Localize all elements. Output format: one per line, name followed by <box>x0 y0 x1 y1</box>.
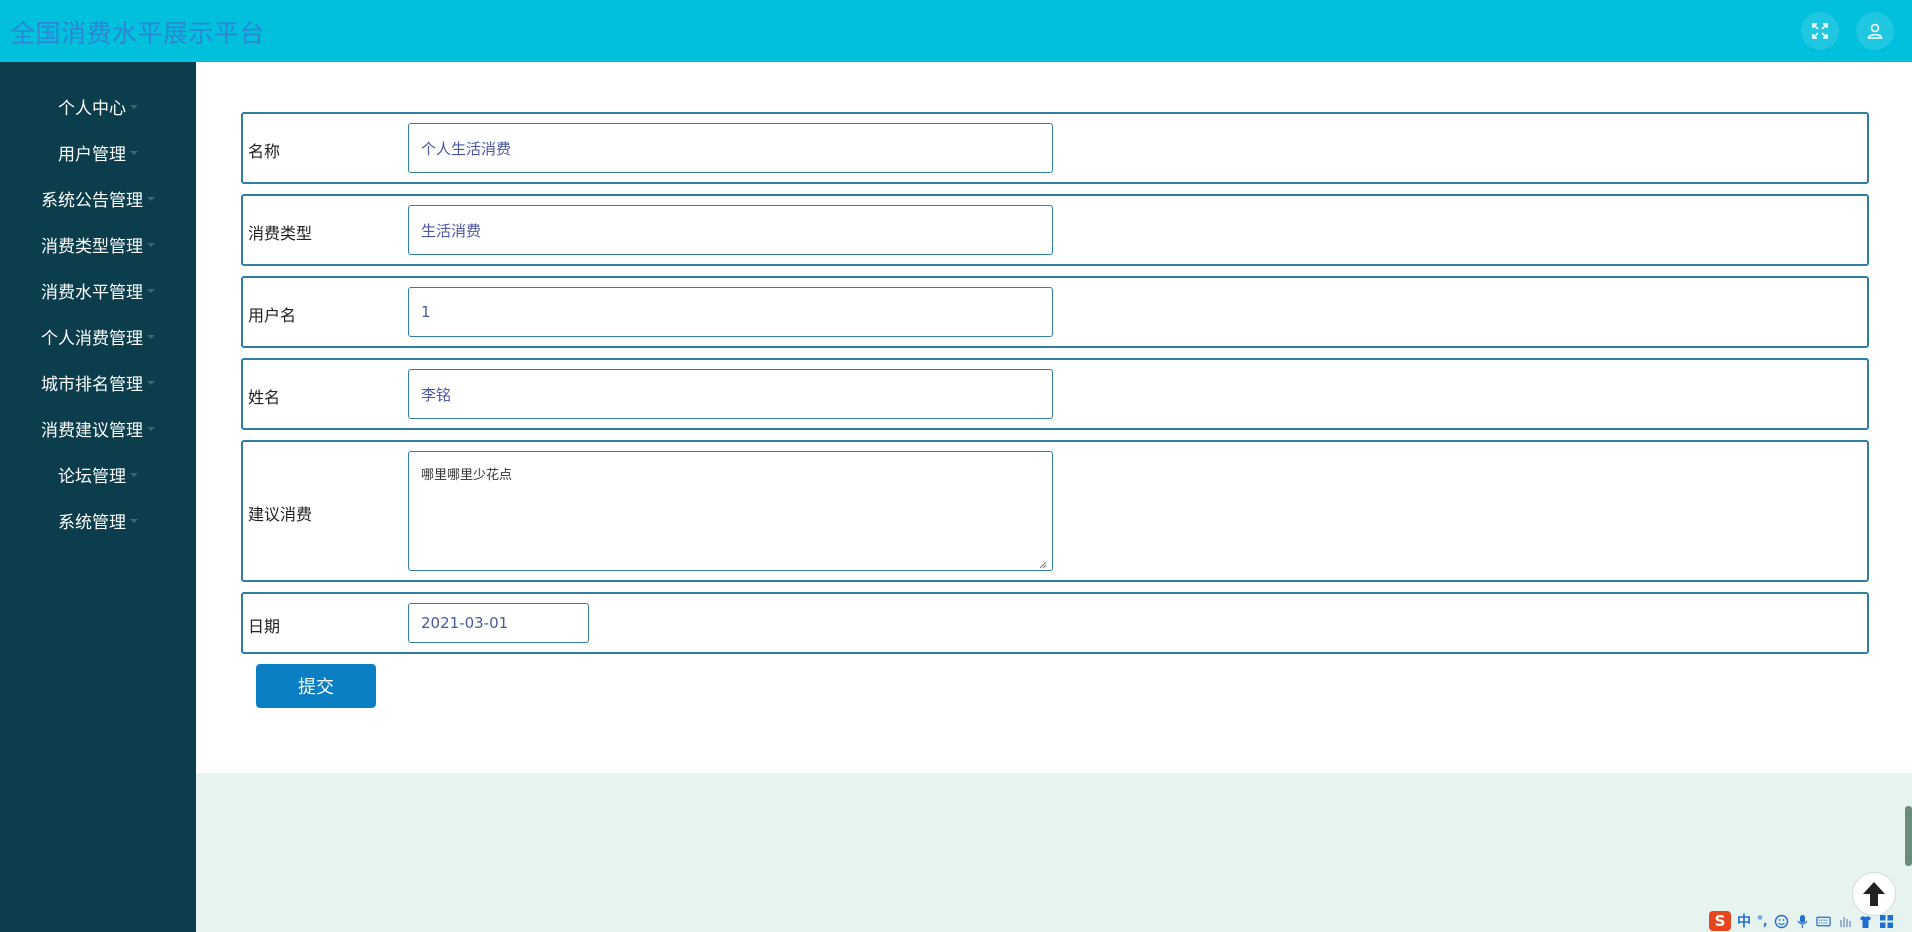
ime-toolbar: S 中 °, <box>1709 910 1894 932</box>
sidebar-item-label: 系统公告管理 <box>41 190 143 211</box>
caret-down-icon <box>130 473 138 477</box>
field-label: 建议消费 <box>248 505 313 524</box>
name-input[interactable] <box>408 123 1053 173</box>
sidebar-item-label: 系统管理 <box>58 512 126 533</box>
sidebar-item-forum-management[interactable]: 论坛管理 <box>0 459 196 489</box>
sidebar-item-personal-center[interactable]: 个人中心 <box>0 91 196 121</box>
scrollbar-thumb[interactable] <box>1905 806 1912 866</box>
resize-grip-icon[interactable] <box>1039 561 1047 569</box>
sidebar-item-label: 消费建议管理 <box>41 420 143 441</box>
submit-button[interactable]: 提交 <box>256 664 376 708</box>
sidebar-item-announcement-management[interactable]: 系统公告管理 <box>0 183 196 213</box>
caret-down-icon <box>130 105 138 109</box>
caret-down-icon <box>147 381 155 385</box>
caret-down-icon <box>147 243 155 247</box>
sidebar-item-user-management[interactable]: 用户管理 <box>0 137 196 167</box>
realname-input[interactable] <box>408 369 1053 419</box>
microphone-icon[interactable] <box>1795 914 1810 929</box>
sidebar-item-personal-consumption-management[interactable]: 个人消费管理 <box>0 321 196 351</box>
sidebar-item-consumption-type-management[interactable]: 消费类型管理 <box>0 229 196 259</box>
sidebar-item-suggestion-management[interactable]: 消费建议管理 <box>0 413 196 443</box>
sidebar-item-label: 消费水平管理 <box>41 282 143 303</box>
sidebar-item-consumption-level-management[interactable]: 消费水平管理 <box>0 275 196 305</box>
form-row-realname: 姓名 <box>241 358 1869 430</box>
app-title: 全国消费水平展示平台 <box>10 19 266 48</box>
date-input[interactable] <box>408 603 589 643</box>
sidebar-item-system-management[interactable]: 系统管理 <box>0 505 196 535</box>
sidebar-item-label: 用户管理 <box>58 144 126 165</box>
fullscreen-button[interactable] <box>1801 12 1839 50</box>
username-input[interactable] <box>408 287 1053 337</box>
skin-icon[interactable] <box>1858 914 1873 929</box>
suggestion-textarea[interactable]: 哪里哪里少花点 <box>408 451 1053 571</box>
sidebar-item-label: 个人消费管理 <box>41 328 143 349</box>
ime-punctuation[interactable]: °, <box>1757 914 1768 928</box>
top-bar: 全国消费水平展示平台 <box>0 0 1912 62</box>
form-row-date: 日期 <box>241 592 1869 654</box>
caret-down-icon <box>147 197 155 201</box>
keyboard-icon[interactable] <box>1815 914 1831 929</box>
form-row-username: 用户名 <box>241 276 1869 348</box>
sidebar-item-label: 论坛管理 <box>58 466 126 487</box>
ime-mode[interactable]: 中 <box>1737 911 1751 931</box>
arrow-up-icon <box>1863 882 1885 906</box>
consumption-type-input[interactable] <box>408 205 1053 255</box>
hand-icon[interactable] <box>1837 914 1852 929</box>
sidebar-item-label: 城市排名管理 <box>41 374 143 395</box>
sidebar-item-city-ranking-management[interactable]: 城市排名管理 <box>0 367 196 397</box>
caret-down-icon <box>130 151 138 155</box>
field-label: 日期 <box>248 617 281 636</box>
field-label: 姓名 <box>248 388 281 407</box>
caret-down-icon <box>147 335 155 339</box>
sidebar: 个人中心 用户管理 系统公告管理 消费类型管理 消费水平管理 个人消费管理 城市… <box>0 62 196 932</box>
caret-down-icon <box>147 289 155 293</box>
sidebar-item-label: 消费类型管理 <box>41 236 143 257</box>
sidebar-item-label: 个人中心 <box>58 98 126 119</box>
caret-down-icon <box>130 519 138 523</box>
field-label: 消费类型 <box>248 224 313 243</box>
user-button[interactable] <box>1856 12 1894 50</box>
ime-logo-icon[interactable]: S <box>1709 911 1731 931</box>
fullscreen-icon <box>1812 23 1828 39</box>
form-row-name: 名称 <box>241 112 1869 184</box>
form-row-type: 消费类型 <box>241 194 1869 266</box>
field-label: 名称 <box>248 142 281 161</box>
emoji-icon[interactable] <box>1774 914 1789 929</box>
field-label: 用户名 <box>248 306 297 325</box>
user-icon <box>1867 23 1883 39</box>
form-row-suggestion: 建议消费 哪里哪里少花点 <box>241 440 1869 582</box>
grid-menu-icon[interactable] <box>1879 914 1894 929</box>
caret-down-icon <box>147 427 155 431</box>
